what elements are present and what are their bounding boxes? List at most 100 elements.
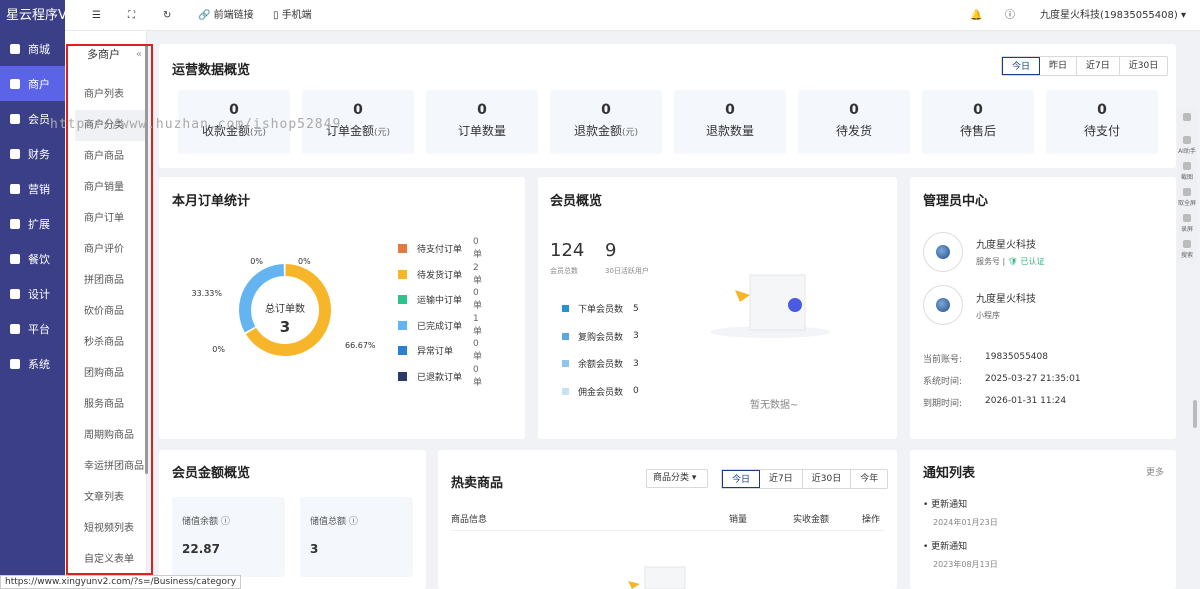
collapse-icon[interactable]: «	[136, 49, 142, 60]
submenu-item[interactable]: 服务商品	[65, 389, 146, 420]
stored-total-label: 储值总额 ⓘ	[310, 517, 358, 527]
stat-card: 0 待售后	[922, 90, 1034, 154]
nav-item-8[interactable]: 平台	[0, 311, 65, 346]
bell-icon[interactable]: 🔔	[970, 0, 982, 31]
system-icon	[10, 358, 20, 369]
phone-icon: ▯	[273, 10, 282, 21]
range-tab[interactable]: 今年	[851, 470, 887, 488]
tool-icon	[1183, 136, 1191, 144]
legend-value: 0单	[473, 365, 483, 388]
nav-item-7[interactable]: 设计	[0, 276, 65, 311]
legend-swatch	[398, 372, 407, 381]
merchant-icon	[10, 78, 20, 89]
submenu-item[interactable]: 秒杀商品	[65, 327, 146, 358]
legend-item: 运输中订单 0单	[398, 288, 482, 311]
submenu-scrollbar[interactable]	[145, 44, 148, 474]
nav-item-6[interactable]: 餐饮	[0, 241, 65, 276]
user-menu[interactable]: 九度星火科技(19835055408) ▾	[1040, 0, 1186, 31]
fullscreen-icon[interactable]: ⛶	[128, 0, 135, 31]
submenu-item[interactable]: 周期购商品	[65, 420, 146, 451]
legend-label: 待发货订单	[417, 270, 463, 281]
member-total-label: 会员总数	[550, 267, 578, 275]
submenu-item[interactable]: 商户评价	[65, 234, 146, 265]
overview-range-tabs: 今日 昨日 近7日 近30日	[1001, 56, 1169, 76]
range-tab[interactable]: 今日	[1002, 57, 1041, 75]
stat-card: 0 退款金额(元)	[550, 90, 662, 154]
help-icon[interactable]: ⓘ	[1005, 0, 1015, 31]
dining-icon	[10, 253, 20, 264]
nav-item-1[interactable]: 商户	[0, 66, 65, 101]
stored-total-value: 3	[310, 542, 319, 556]
stat-value: 0	[601, 102, 611, 118]
submenu-list: 商户列表 商户分类 商户商品 商户销量 商户订单 商户评价 拼团商品 砍价商品 秒杀商品 团购商品…	[65, 79, 146, 575]
balance-title: 会员金额概览	[172, 466, 251, 481]
col-revenue: 实收金额	[793, 515, 830, 525]
caret-down-icon: ▾	[1180, 10, 1187, 21]
col-sales: 销量	[729, 515, 748, 525]
submenu-item[interactable]: 商户商品	[65, 141, 146, 172]
donut-percent-label: 0%	[250, 257, 263, 266]
range-tab[interactable]: 近30日	[803, 470, 852, 488]
admin-title: 管理员中心	[923, 194, 989, 209]
floating-tool-4[interactable]: 搜索	[1177, 237, 1197, 263]
info-icon: ⓘ	[220, 517, 230, 527]
legend-swatch	[398, 269, 407, 279]
nav-item-9[interactable]: 系统	[0, 346, 65, 381]
notice-item[interactable]: • 更新通知 2023年08月13日	[923, 539, 1163, 570]
legend-value: 1单	[473, 313, 483, 337]
legend-item: 已完成订单 1单	[398, 314, 482, 337]
notice-item-title: 更新通知	[931, 542, 968, 552]
range-tab[interactable]: 近7日	[760, 470, 803, 488]
submenu-item[interactable]: 商户销量	[65, 172, 146, 203]
stat-value: 0	[849, 102, 859, 118]
nav-item-0[interactable]: 商城	[0, 31, 65, 66]
range-tab[interactable]: 昨日	[1040, 57, 1078, 75]
nav-item-3[interactable]: 财务	[0, 136, 65, 171]
stored-balance-label: 储值余额 ⓘ	[182, 517, 230, 527]
submenu-item[interactable]: 商户列表	[65, 79, 146, 110]
nav-item-4[interactable]: 营销	[0, 171, 65, 206]
table-divider	[451, 530, 884, 531]
admin-info-value: 2026-01-31 11:24	[985, 396, 1067, 406]
submenu-item[interactable]: 砍价商品	[65, 296, 146, 327]
range-tab[interactable]: 今日	[722, 470, 761, 488]
submenu-item[interactable]: 短视频列表	[65, 513, 146, 544]
floating-tool-0[interactable]: AI助手	[1177, 133, 1197, 159]
range-tab[interactable]: 近7日	[1077, 57, 1120, 75]
member-active-label: 30日活跃用户	[605, 267, 649, 275]
refresh-icon[interactable]: ↻	[163, 0, 171, 31]
floating-tool-3[interactable]: 录屏	[1177, 211, 1197, 237]
member-stat-value: 3	[633, 331, 639, 341]
submenu-item[interactable]: 团购商品	[65, 358, 146, 389]
submenu-item[interactable]: 商户订单	[65, 203, 146, 234]
legend-value: 0单	[473, 339, 483, 363]
member-stat-row: 佣金会员数 0	[562, 385, 639, 398]
page-scrollbar[interactable]	[1193, 400, 1197, 428]
submenu-item[interactable]: 幸运拼团商品	[65, 451, 146, 482]
notice-item-date: 2023年08月13日	[933, 560, 998, 569]
submenu-item[interactable]: 拼团商品	[65, 265, 146, 296]
range-tab[interactable]: 近30日	[1120, 57, 1167, 75]
stat-value: 0	[973, 102, 983, 118]
tool-icon	[1183, 240, 1191, 248]
submenu-item[interactable]: 自定义表单	[65, 544, 146, 575]
stat-value: 0	[725, 102, 735, 118]
floating-tool-2[interactable]: 取全屏	[1177, 185, 1197, 211]
submenu-item[interactable]: 文章列表	[65, 482, 146, 513]
menu-fold-icon[interactable]: ☰	[92, 0, 101, 31]
verified-badge: 🛡 已认证	[1007, 257, 1045, 266]
notice-item-title: 更新通知	[931, 500, 968, 510]
frontend-link-button[interactable]: 🔗 前端链接	[198, 0, 254, 31]
category-select[interactable]: 商品分类 ▾	[646, 469, 708, 488]
mobile-button[interactable]: ▯ 手机端	[273, 0, 312, 31]
notice-item[interactable]: • 更新通知 2024年01月23日	[923, 497, 1163, 528]
notice-more-link[interactable]: 更多	[1146, 465, 1164, 478]
extension-icon	[10, 218, 20, 229]
legend-value: 0单	[473, 288, 483, 312]
legend-value: 2单	[473, 262, 483, 286]
shop-icon	[10, 43, 20, 54]
nav-item-5[interactable]: 扩展	[0, 206, 65, 241]
floating-tool-1[interactable]: 截图	[1177, 159, 1197, 185]
members-empty-text: 暂无数据~	[750, 400, 799, 411]
overview-title: 运营数据概览	[172, 63, 251, 78]
